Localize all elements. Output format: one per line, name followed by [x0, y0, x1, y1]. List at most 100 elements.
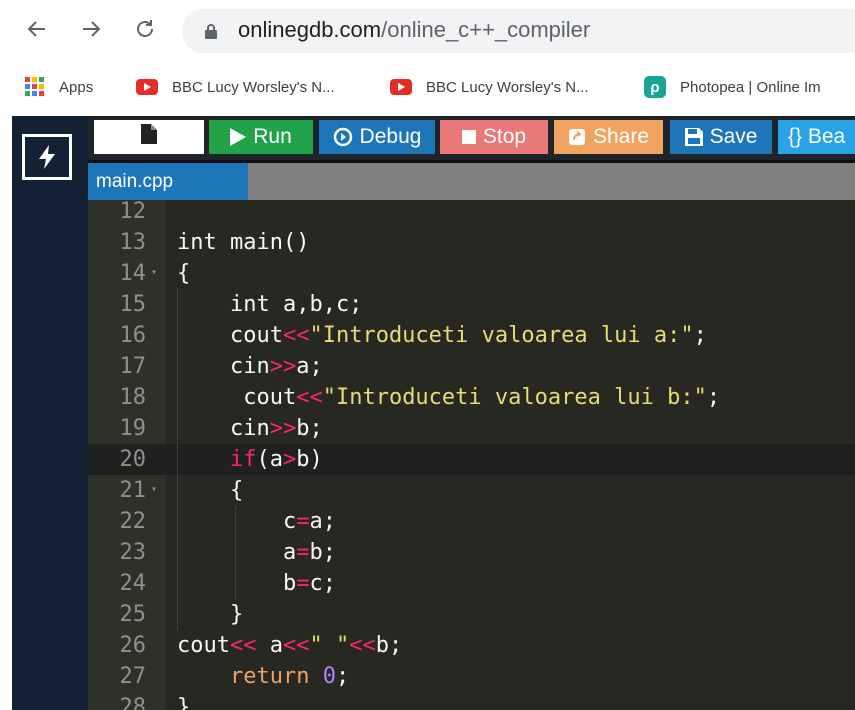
code-text: if(a>b) — [177, 444, 323, 475]
line-number: 23 — [119, 540, 147, 565]
code-token: "Introduceti valoarea lui a:" — [309, 323, 694, 348]
code-token: "Introduceti valoarea lui b:" — [322, 385, 707, 410]
beautify-button[interactable]: {} Bea — [778, 120, 855, 154]
code-token: b; — [296, 416, 323, 441]
code-line[interactable]: 23 a=b; — [88, 537, 855, 568]
code-text: a=b; — [177, 537, 336, 568]
line-number: 28 — [119, 695, 147, 710]
url-domain: onlinegdb.com — [238, 17, 382, 42]
bookmark-apps[interactable]: Apps — [25, 72, 93, 102]
run-button[interactable]: Run — [209, 120, 313, 154]
onlinegdb-app: Run Debug Stop Share Save {} Bea main.cp… — [12, 116, 855, 710]
fold-arrow-icon[interactable]: ▾ — [151, 485, 157, 495]
stop-label: Stop — [482, 125, 527, 148]
code-token: >> — [269, 416, 297, 441]
lock-icon — [204, 23, 218, 44]
tab-main-cpp[interactable]: main.cpp — [88, 163, 248, 200]
code-token: = — [296, 509, 310, 534]
apps-grid-icon — [25, 77, 45, 97]
new-file-button[interactable] — [94, 120, 204, 154]
sidebar — [12, 116, 88, 710]
code-line[interactable]: 16 cout<<"Introduceti valoarea lui a:"; — [88, 320, 855, 351]
code-line[interactable]: 25 } — [88, 599, 855, 630]
code-token: int a,b,c; — [177, 292, 363, 317]
code-line[interactable]: 26 cout<< a<<" "<<b; — [88, 630, 855, 661]
code-text: cout<< a<<" "<<b; — [177, 630, 402, 661]
bookmark-label: Photopea | Online Im — [680, 78, 821, 96]
code-text: } — [177, 599, 243, 630]
code-token: >> — [269, 354, 297, 379]
code-token: b; — [309, 540, 336, 565]
line-number: 12 — [119, 199, 147, 224]
fold-arrow-icon[interactable]: ▾ — [151, 268, 157, 278]
code-token: << — [282, 633, 310, 658]
code-line[interactable]: 13 int main() — [88, 227, 855, 258]
share-label: Share — [592, 125, 650, 148]
onlinegdb-logo-icon[interactable] — [22, 134, 72, 180]
code-token: { — [177, 261, 191, 286]
code-token: << — [296, 385, 323, 410]
back-arrow-icon[interactable] — [22, 14, 52, 44]
share-button[interactable]: Share — [554, 120, 663, 154]
code-token: a; — [296, 354, 323, 379]
line-number: 18 — [119, 385, 147, 410]
forward-arrow-icon[interactable] — [76, 14, 106, 44]
debug-label: Debug — [359, 125, 422, 148]
code-text: int a,b,c; — [177, 289, 362, 320]
code-editor[interactable]: 12 13 int main() 14 ▾{15 int a,b,c; 16 cout<<… — [88, 199, 855, 710]
youtube-icon — [136, 79, 158, 95]
play-icon — [230, 128, 247, 146]
code-line[interactable]: 27 return 0; — [88, 661, 855, 692]
line-number: 17 — [119, 354, 147, 379]
address-bar[interactable]: onlinegdb.com/online_c++_compiler — [182, 9, 855, 53]
code-token: { — [177, 478, 244, 503]
stop-button[interactable]: Stop — [440, 120, 548, 154]
code-token: cout — [177, 385, 297, 410]
photopea-icon: ρ — [644, 76, 666, 98]
line-number: 22 — [119, 509, 147, 534]
code-text: b=c; — [177, 568, 336, 599]
save-button[interactable]: Save — [670, 120, 772, 154]
code-line[interactable]: 18 cout<<"Introduceti valoarea lui b:"; — [88, 382, 855, 413]
code-line[interactable]: 12 — [88, 196, 855, 227]
bookmark-label: BBC Lucy Worsley's N... — [172, 78, 335, 96]
code-line[interactable]: 28} — [88, 692, 855, 710]
code-line[interactable]: 19 cin>>b; — [88, 413, 855, 444]
code-token: cin — [177, 354, 270, 379]
code-token: a; — [309, 509, 336, 534]
code-line[interactable]: 17 cin>>a; — [88, 351, 855, 382]
line-number: 25 — [119, 602, 147, 627]
code-token: << — [229, 633, 257, 658]
code-line[interactable]: 20 if(a>b) — [88, 444, 855, 475]
save-icon — [684, 128, 703, 146]
bookmark-bbc-1[interactable]: BBC Lucy Worsley's N... — [136, 72, 335, 102]
code-token: c; — [309, 571, 336, 596]
code-token: " " — [309, 633, 350, 658]
stop-icon — [461, 130, 476, 144]
code-line[interactable]: 22 c=a; — [88, 506, 855, 537]
code-token: = — [296, 540, 310, 565]
line-number: 27 — [119, 664, 147, 689]
code-line[interactable]: 21 ▾ { — [88, 475, 855, 506]
code-text: cout<<"Introduceti valoarea lui a:"; — [177, 320, 707, 351]
reload-icon[interactable] — [130, 14, 160, 44]
code-line[interactable]: 15 int a,b,c; — [88, 289, 855, 320]
code-token: if — [229, 447, 257, 472]
code-text: } — [177, 692, 190, 710]
line-number: 14 — [119, 261, 147, 286]
line-number: 15 — [119, 292, 147, 317]
code-token: << — [282, 323, 310, 348]
code-token: return — [229, 664, 310, 689]
code-line[interactable]: 24 b=c; — [88, 568, 855, 599]
line-number: 26 — [119, 633, 147, 658]
debug-button[interactable]: Debug — [319, 120, 435, 154]
code-token: b) — [296, 447, 323, 472]
code-token: cout — [177, 633, 230, 658]
code-token: } — [177, 602, 244, 627]
code-line[interactable]: 14 ▾ { — [88, 258, 855, 289]
bookmark-photopea[interactable]: ρ Photopea | Online Im — [644, 72, 821, 102]
bookmark-bbc-2[interactable]: BBC Lucy Worsley's N... — [390, 72, 589, 102]
